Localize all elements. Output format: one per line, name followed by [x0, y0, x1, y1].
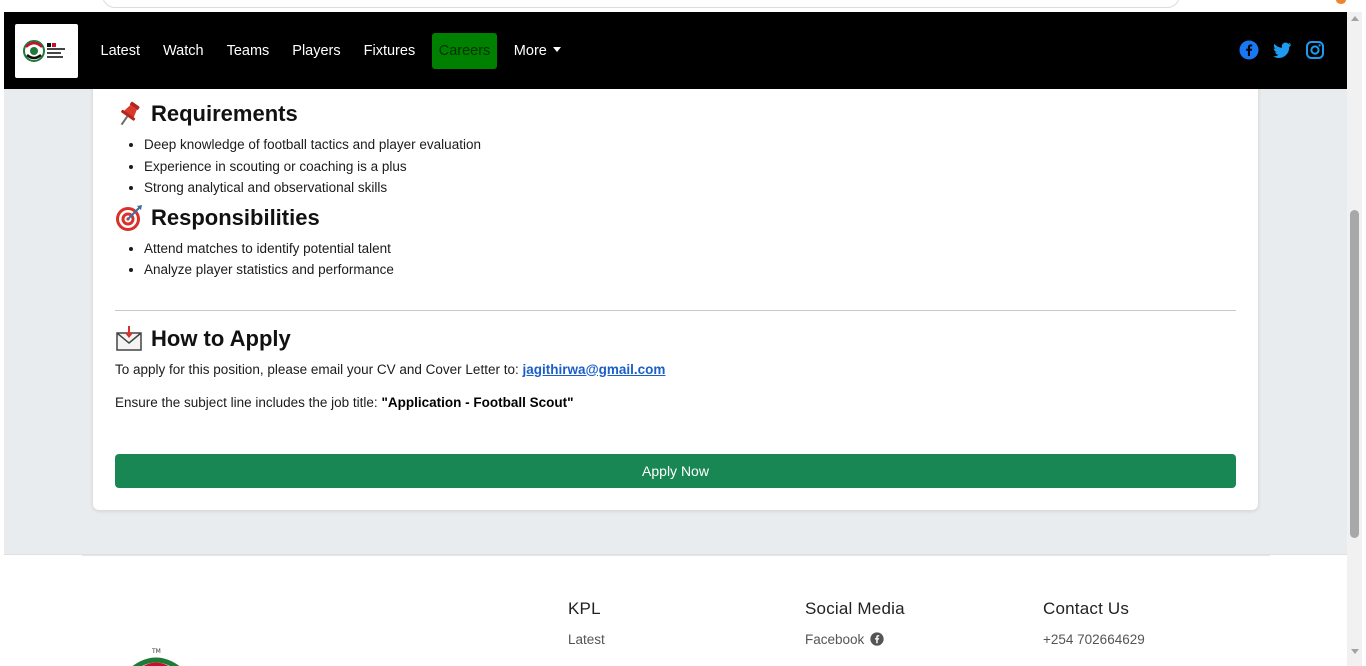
subject-instruction-text: Ensure the subject line includes the job…	[115, 394, 378, 410]
footer-social-column: Social Media Facebook	[805, 599, 905, 651]
requirements-heading: Requirements	[115, 100, 1236, 128]
how-to-apply-heading: How to Apply	[115, 325, 1236, 353]
facebook-icon[interactable]	[1239, 40, 1259, 60]
page-scrollbar[interactable]	[1347, 12, 1362, 666]
subject-instruction: Ensure the subject line includes the job…	[115, 395, 1236, 410]
instagram-icon[interactable]	[1305, 40, 1325, 60]
site-footer: TM KPL Latest Social Media Facebook Cont…	[4, 554, 1347, 666]
responsibilities-heading: Responsibilities	[115, 204, 1236, 232]
footer-logo: TM	[124, 645, 188, 666]
card-content: Requirements Deep knowledge of football …	[115, 100, 1236, 488]
nav-item-latest[interactable]: Latest	[89, 33, 152, 69]
browser-top-strip	[0, 0, 1366, 12]
section-divider	[115, 309, 1236, 311]
footer-divider	[82, 555, 1270, 556]
nav-item-more[interactable]: More	[502, 33, 572, 69]
main-navbar: Latest Watch Teams Players Fixtures Care…	[4, 12, 1347, 89]
footer-social-heading: Social Media	[805, 599, 905, 618]
caret-down-icon	[552, 47, 561, 52]
page: Requirements Deep knowledge of football …	[4, 12, 1347, 666]
requirements-list: Deep knowledge of football tactics and p…	[144, 134, 1236, 199]
scrollbar-thumb[interactable]	[1350, 210, 1359, 538]
footer-kpl-heading: KPL	[568, 599, 601, 618]
nav-menu: Latest Watch Teams Players Fixtures Care…	[89, 33, 572, 69]
footer-contact-column: Contact Us +254 702664629	[1043, 599, 1145, 651]
pushpin-icon	[115, 100, 143, 128]
twitter-icon[interactable]	[1272, 40, 1292, 60]
apply-instruction-text: To apply for this position, please email…	[115, 361, 519, 377]
kpl-logo[interactable]	[15, 24, 78, 78]
target-icon	[115, 204, 143, 232]
scroll-down-icon[interactable]	[1351, 649, 1359, 654]
list-item: Attend matches to identify potential tal…	[144, 238, 1236, 260]
requirements-title: Requirements	[151, 101, 298, 126]
email-link[interactable]: jagithirwa@gmail.com	[522, 362, 665, 377]
address-bar[interactable]	[102, 0, 1180, 8]
how-to-apply-title: How to Apply	[151, 325, 291, 351]
envelope-icon	[115, 325, 143, 353]
footer-link-facebook[interactable]: Facebook	[805, 629, 905, 651]
nav-item-teams[interactable]: Teams	[215, 33, 281, 69]
apply-now-button[interactable]: Apply Now	[115, 454, 1236, 488]
nav-item-watch[interactable]: Watch	[152, 33, 216, 69]
nav-item-careers[interactable]: Careers	[431, 33, 498, 69]
nav-item-fixtures[interactable]: Fixtures	[352, 33, 427, 69]
window-edge	[1362, 0, 1366, 666]
scroll-up-icon[interactable]	[1351, 16, 1359, 21]
subject-title: "Application - Football Scout"	[381, 394, 574, 410]
facebook-icon	[870, 631, 884, 646]
social-links	[1239, 40, 1325, 60]
list-item: Experience in scouting or coaching is a …	[144, 156, 1236, 178]
nav-item-players[interactable]: Players	[281, 33, 352, 69]
footer-phone: +254 702664629	[1043, 632, 1145, 647]
list-item: Analyze player statistics and performanc…	[144, 259, 1236, 281]
footer-contact-heading: Contact Us	[1043, 599, 1130, 618]
footer-kpl-column: KPL Latest	[568, 599, 605, 651]
nav-item-more-label: More	[513, 43, 547, 59]
responsibilities-title: Responsibilities	[151, 204, 320, 230]
responsibilities-list: Attend matches to identify potential tal…	[144, 238, 1236, 281]
footer-link-latest[interactable]: Latest	[568, 629, 605, 651]
list-item: Strong analytical and observational skil…	[144, 177, 1236, 199]
apply-instruction: To apply for this position, please email…	[115, 362, 1236, 377]
footer-facebook-label: Facebook	[805, 632, 865, 647]
list-item: Deep knowledge of football tactics and p…	[144, 134, 1236, 156]
extension-icon[interactable]	[1336, 0, 1346, 4]
svg-text:TM: TM	[151, 648, 161, 655]
